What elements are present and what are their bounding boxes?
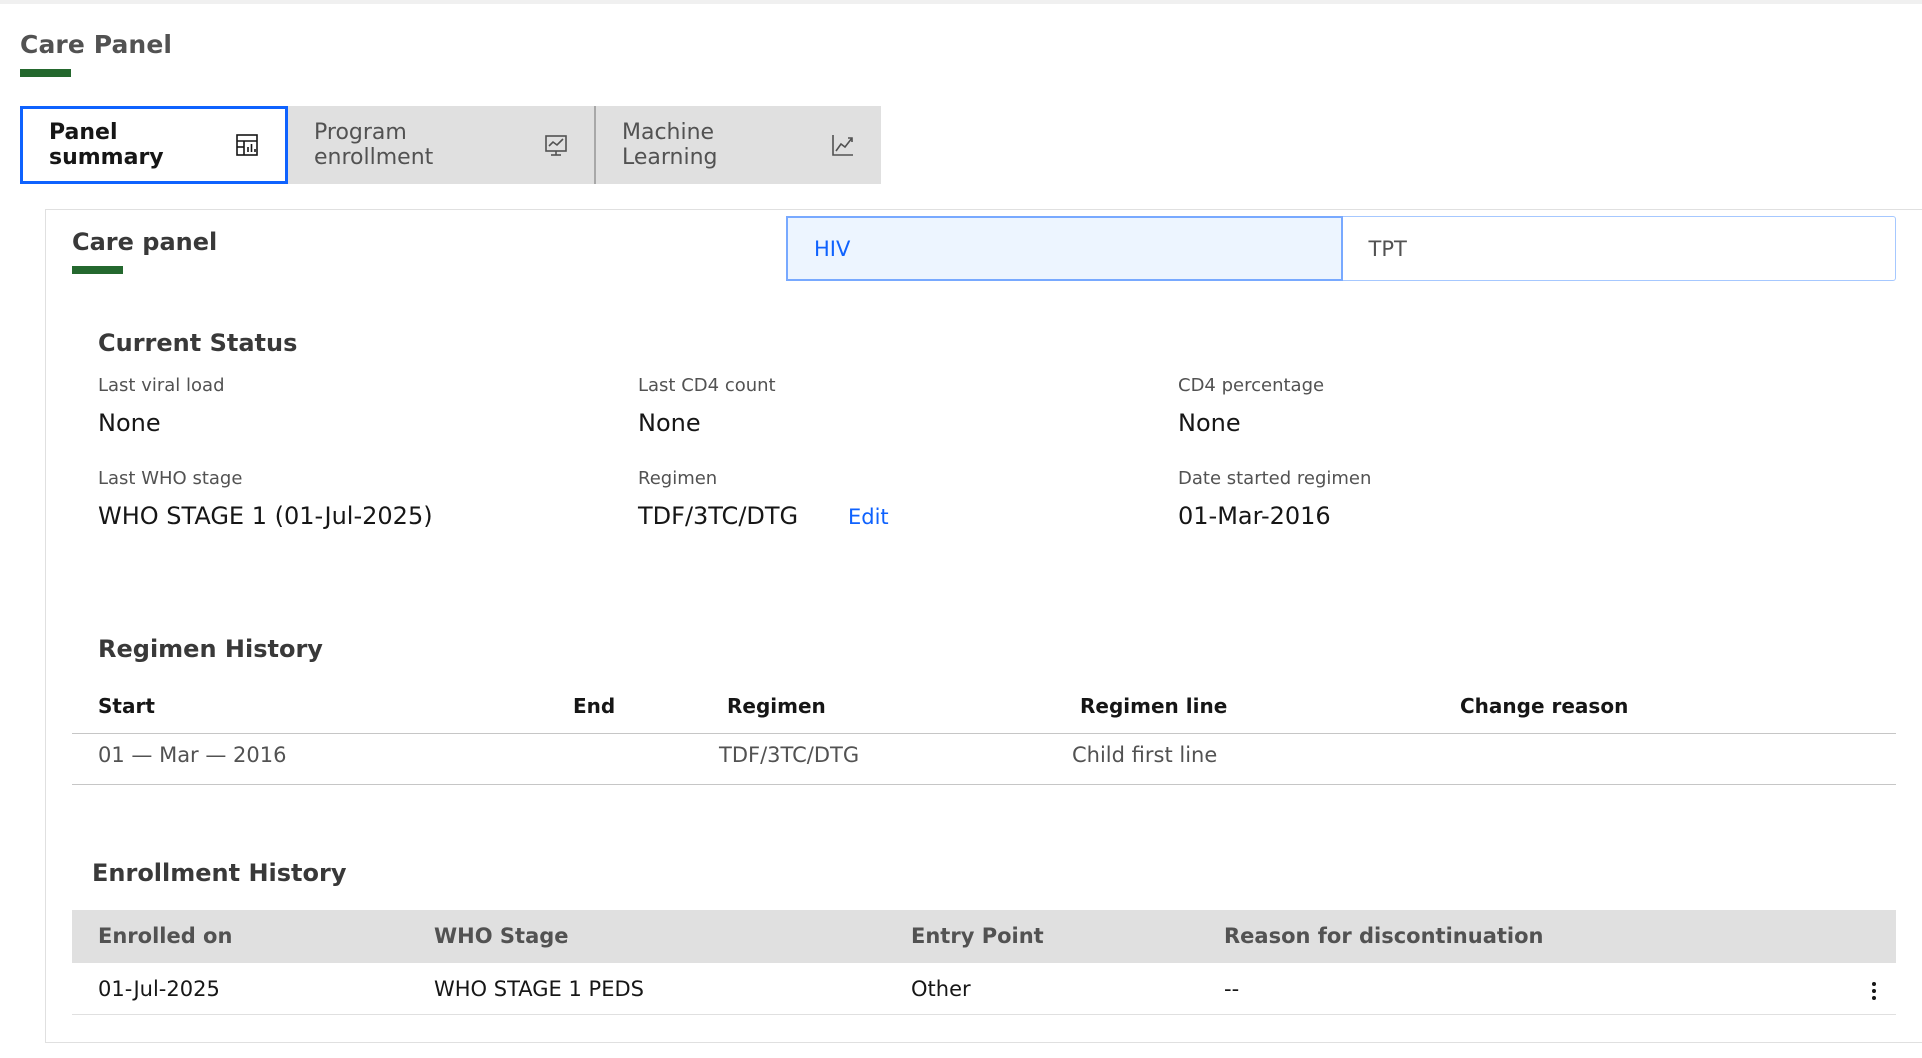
table-chart-icon (235, 133, 259, 157)
enrollment-col-reason: Reason for discontinuation (1224, 924, 1544, 948)
regimen-col-change-reason: Change reason (1460, 694, 1629, 718)
regimen-row-divider (72, 784, 1896, 785)
last-cd4-count-value: None (638, 409, 701, 437)
regimen-col-regimen-line: Regimen line (1080, 694, 1228, 718)
enrollment-row-who-stage: WHO STAGE 1 PEDS (434, 977, 644, 1001)
care-panel-tabs: Panel summary Program enrollment Machine… (20, 106, 881, 184)
last-who-stage-label: Last WHO stage (98, 468, 243, 489)
date-started-regimen-value: 01-Mar-2016 (1178, 502, 1331, 530)
enrollment-col-who-stage: WHO Stage (434, 924, 569, 948)
regimen-row-regimen: TDF/3TC/DTG (719, 743, 860, 767)
overflow-menu-vertical-icon (1872, 982, 1876, 1000)
enrollment-row-enrolled-on: 01-Jul-2025 (98, 977, 220, 1001)
enrollment-col-enrolled-on: Enrolled on (98, 924, 233, 948)
care-panel-title-underline (72, 266, 123, 274)
tab-program-enrollment[interactable]: Program enrollment (288, 106, 596, 184)
last-viral-load-label: Last viral load (98, 375, 225, 396)
page-title: Care Panel (20, 30, 173, 59)
row-overflow-menu-button[interactable] (1862, 977, 1886, 1005)
monitor-chart-icon (544, 133, 568, 157)
regimen-history-title: Regimen History (98, 635, 323, 663)
switcher-hiv[interactable]: HIV (786, 216, 1343, 281)
top-divider (0, 0, 1922, 4)
program-switcher: HIV TPT (786, 216, 1896, 281)
tab-machine-learning-label: Machine Learning (622, 120, 718, 170)
page-title-underline (20, 69, 71, 77)
enrollment-col-entry-point: Entry Point (911, 924, 1044, 948)
tab-machine-learning[interactable]: Machine Learning (596, 106, 881, 184)
tab-panel-summary-label: Panel summary (49, 120, 164, 170)
current-status-title: Current Status (98, 329, 298, 357)
regimen-row-start: 01 — Mar — 2016 (98, 743, 287, 767)
edit-regimen-link[interactable]: Edit (848, 505, 889, 529)
cd4-percentage-value: None (1178, 409, 1241, 437)
regimen-header-divider (72, 733, 1896, 734)
tab-panel-summary[interactable]: Panel summary (20, 106, 288, 184)
care-panel-title: Care panel (72, 228, 218, 256)
regimen-value: TDF/3TC/DTG (638, 502, 799, 530)
switcher-tpt[interactable]: TPT (1343, 217, 1896, 280)
cd4-percentage-label: CD4 percentage (1178, 375, 1325, 396)
enrollment-row-divider (72, 1014, 1896, 1015)
last-who-stage-value: WHO STAGE 1 (01-Jul-2025) (98, 502, 433, 530)
regimen-col-regimen: Regimen (727, 694, 826, 718)
regimen-col-end: End (573, 694, 616, 718)
date-started-regimen-label: Date started regimen (1178, 468, 1372, 489)
line-chart-icon (831, 133, 855, 157)
last-viral-load-value: None (98, 409, 161, 437)
enrollment-row-reason: -- (1224, 977, 1240, 1001)
enrollment-row-entry-point: Other (911, 977, 971, 1001)
last-cd4-count-label: Last CD4 count (638, 375, 776, 396)
regimen-label: Regimen (638, 468, 718, 489)
tab-program-enrollment-label: Program enrollment (314, 120, 434, 170)
enrollment-history-title: Enrollment History (92, 859, 347, 887)
regimen-col-start: Start (98, 694, 155, 718)
regimen-row-regimen-line: Child first line (1072, 743, 1218, 767)
